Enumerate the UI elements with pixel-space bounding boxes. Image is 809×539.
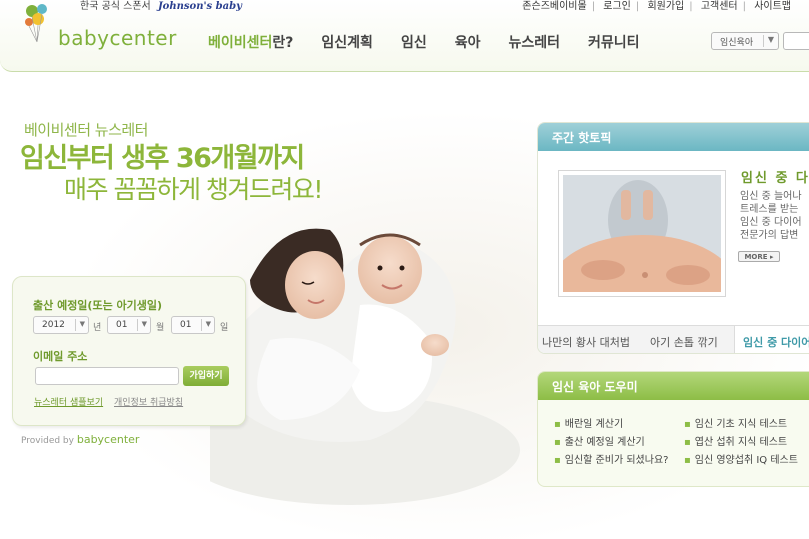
month-select-value: 01 (116, 320, 128, 330)
tab-yellow-dust[interactable]: 나만의 황사 대처법 (542, 326, 630, 353)
balloons-icon (25, 4, 47, 43)
day-select-value: 01 (180, 320, 192, 330)
email-field[interactable] (35, 367, 179, 385)
due-date-label: 출산 예정일(또는 아기생일) (33, 299, 163, 312)
tool-link-basic-test[interactable]: 임신 기초 지식 테스트 (684, 416, 798, 434)
johnsons-baby-logo[interactable]: Johnson's baby (158, 1, 242, 12)
topic-desc-line: 트레스를 받는 (740, 204, 799, 215)
year-select-value: 2012 (42, 320, 65, 330)
more-button-label: MORE (744, 253, 768, 261)
nav-about-rest: 란? (272, 35, 294, 51)
provided-by-label: Provided by (21, 436, 74, 446)
weekly-header: 주간 핫토픽 (538, 123, 809, 151)
join-button[interactable]: 가입하기 (183, 366, 229, 386)
topic-desc-line: 임신 중 다이어 (740, 217, 802, 228)
tools-header: 임신 육아 도우미 (538, 372, 809, 400)
tools-left-column: 배란일 계산기 출산 예정일 계산기 임신할 준비가 되셨나요? (554, 416, 669, 470)
month-unit: 월 (156, 323, 165, 333)
topic-tabs: 나만의 황사 대처법 아기 손톱 깎기 임신 중 다이어 (538, 325, 809, 353)
topic-photo[interactable] (558, 170, 726, 297)
day-unit: 일 (220, 323, 229, 333)
top-link-mall[interactable]: 존슨즈베이비몰 (522, 1, 586, 12)
chevron-down-icon: ▼ (141, 320, 147, 328)
nav-item-planning[interactable]: 임신계획 (321, 32, 373, 52)
topic-title[interactable]: 임신 중 다 (741, 167, 809, 186)
top-link-login[interactable]: 로그인 (603, 1, 631, 12)
year-unit: 년 (93, 323, 102, 333)
provided-by: Provided by babycenter (21, 433, 139, 446)
topic-description: 임신 중 늘어나 트레스를 받는 임신 중 다이어 전문가의 답변 (740, 190, 802, 242)
tool-link-folic-test[interactable]: 엽산 섭취 지식 테스트 (684, 434, 798, 452)
top-links: 존슨즈베이비몰 | 로그인 | 회원가입 | 고객센터 | 사이트맵 (522, 1, 791, 12)
nav-item-community[interactable]: 커뮤니티 (588, 32, 640, 52)
day-select[interactable]: 01 ▼ (171, 316, 215, 334)
nav-about-green: 베이비센터 (208, 35, 273, 51)
main-nav: 베이비센터란? 임신계획 임신 육아 뉴스레터 커뮤니티 (208, 32, 668, 52)
tool-link-ovulation[interactable]: 배란일 계산기 (554, 416, 668, 434)
nav-item-parenting[interactable]: 육아 (455, 32, 481, 52)
more-button[interactable]: MORE ▸ (738, 251, 780, 262)
tab-nail-trimming[interactable]: 아기 손톱 깎기 (650, 326, 718, 353)
weekly-hot-topic-panel: 주간 핫토픽 임신 중 다 임신 중 늘어나 트레스를 받는 임신 중 다이어 … (537, 122, 809, 354)
top-link-signup[interactable]: 회원가입 (647, 1, 684, 12)
newsletter-signup-panel: 출산 예정일(또는 아기생일) 2012 ▼ 년 01 ▼ 월 01 ▼ 일 이메일 … (12, 276, 246, 426)
tab-pregnancy-diet[interactable]: 임신 중 다이어 (734, 326, 809, 353)
chevron-down-icon: ▼ (767, 35, 774, 44)
nav-item-pregnancy[interactable]: 임신 (401, 32, 427, 52)
tool-link-due-date[interactable]: 출산 예정일 계산기 (554, 434, 668, 452)
nav-item-newsletter[interactable]: 뉴스레터 (508, 32, 560, 52)
pregnancy-tools-panel: 임신 육아 도우미 배란일 계산기 출산 예정일 계산기 임신할 준비가 되셨나… (537, 371, 809, 487)
tagline-korean: 한국 공식 스폰서 (80, 1, 151, 12)
search-input[interactable] (783, 32, 809, 50)
top-link-support[interactable]: 고객센터 (701, 1, 738, 12)
newsletter-sample-link[interactable]: 뉴스레터 샘플보기 (34, 395, 103, 408)
logo-text: babycenter (58, 26, 177, 50)
nav-item-about[interactable]: 베이비센터란? (208, 32, 293, 52)
top-link-sitemap[interactable]: 사이트맵 (754, 1, 791, 12)
pregnant-belly-image (563, 175, 721, 292)
year-select[interactable]: 2012 ▼ (33, 316, 89, 334)
privacy-policy-link[interactable]: 개인정보 취급방침 (114, 395, 183, 408)
sponsor-tagline: 한국 공식 스폰서 Johnson's baby (80, 0, 242, 12)
tool-link-ready[interactable]: 임신할 준비가 되셨나요? (554, 452, 669, 470)
site-header: babycenter 한국 공식 스폰서 Johnson's baby 존슨즈베… (0, 0, 809, 72)
topic-desc-line: 전문가의 답변 (740, 230, 799, 241)
chevron-down-icon: ▼ (205, 320, 211, 328)
tool-link-nutrition-test[interactable]: 임신 영양섭취 IQ 테스트 (684, 452, 798, 470)
chevron-down-icon: ▼ (79, 320, 85, 328)
provided-by-logo: babycenter (76, 433, 140, 446)
category-select-value: 임신육아 (720, 38, 754, 48)
tools-right-column: 임신 기초 지식 테스트 엽산 섭취 지식 테스트 임신 영양섭취 IQ 테스트 (684, 416, 798, 470)
email-label: 이메일 주소 (33, 350, 88, 363)
mother-baby-photo (210, 228, 520, 505)
month-select[interactable]: 01 ▼ (107, 316, 151, 334)
category-select[interactable]: 임신육아 ▼ (711, 32, 779, 50)
topic-desc-line: 임신 중 늘어나 (740, 191, 802, 202)
